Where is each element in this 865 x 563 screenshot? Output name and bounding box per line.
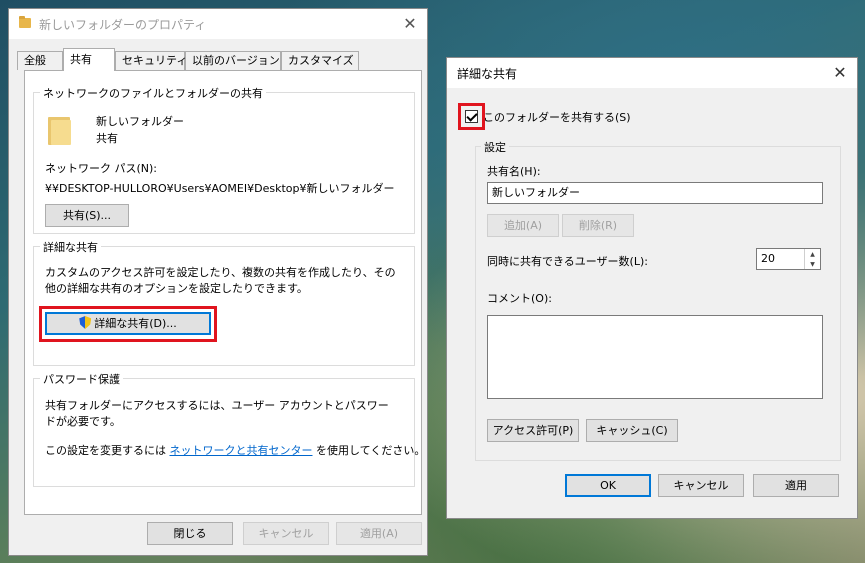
close-icon[interactable]: ✕ bbox=[395, 9, 425, 39]
tab-previous-versions[interactable]: 以前のバージョン bbox=[185, 51, 281, 70]
advanced-sharing-legend: 詳細な共有 bbox=[40, 239, 101, 255]
advanced-sharing-group: 詳細な共有 カスタムのアクセス許可を設定したり、複数の共有を作成したり、その他の… bbox=[33, 239, 415, 366]
folder-icon bbox=[48, 117, 72, 145]
cancel-button[interactable]: キャンセル bbox=[243, 522, 329, 545]
settings-legend: 設定 bbox=[481, 139, 509, 155]
folder-icon bbox=[19, 16, 31, 28]
apply-button[interactable]: 適用(A) bbox=[336, 522, 422, 545]
folder-name: 新しいフォルダー bbox=[96, 115, 184, 128]
cancel-button[interactable]: キャンセル bbox=[658, 474, 744, 497]
close-icon[interactable]: ✕ bbox=[825, 58, 855, 88]
change-suffix: を使用してください。 bbox=[312, 444, 426, 457]
spin-down-icon[interactable]: ▼ bbox=[805, 259, 820, 270]
highlight-box bbox=[39, 306, 217, 342]
tab-general[interactable]: 全般 bbox=[17, 51, 63, 70]
network-path-label: ネットワーク パス(N): bbox=[45, 162, 158, 175]
advanced-sharing-window: 詳細な共有 ✕ このフォルダーを共有する(S) 設定 共有名(H): 新しいフォ… bbox=[446, 57, 858, 519]
tab-customize[interactable]: カスタマイズ bbox=[281, 51, 359, 70]
permissions-button[interactable]: アクセス許可(P) bbox=[487, 419, 579, 442]
network-path-value: ¥¥DESKTOP-HULLORO¥Users¥AOMEI¥Desktop¥新し… bbox=[45, 182, 395, 195]
share-name-label: 共有名(H): bbox=[487, 165, 541, 178]
user-limit-value: 20 bbox=[761, 252, 775, 265]
network-sharing-group: ネットワークのファイルとフォルダーの共有 新しいフォルダー 共有 ネットワーク … bbox=[33, 85, 415, 234]
user-limit-label: 同時に共有できるユーザー数(L): bbox=[487, 255, 648, 268]
settings-group: 設定 共有名(H): 新しいフォルダー 追加(A) 削除(R) 同時に共有できる… bbox=[475, 139, 841, 461]
comment-label: コメント(O): bbox=[487, 292, 552, 305]
sharing-tab-panel: ネットワークのファイルとフォルダーの共有 新しいフォルダー 共有 ネットワーク … bbox=[24, 70, 425, 515]
apply-button[interactable]: 適用 bbox=[753, 474, 839, 497]
network-sharing-center-link[interactable]: ネットワークと共有センター bbox=[170, 444, 313, 457]
add-button[interactable]: 追加(A) bbox=[487, 214, 559, 237]
advanced-sharing-titlebar[interactable]: 詳細な共有 ✕ bbox=[447, 58, 857, 88]
comment-textarea[interactable] bbox=[487, 315, 823, 399]
password-change-text: この設定を変更するには ネットワークと共有センター を使用してください。 bbox=[45, 442, 425, 458]
spinner-arrows: ▲ ▼ bbox=[804, 249, 820, 269]
properties-titlebar[interactable]: 新しいフォルダーのプロパティ ✕ bbox=[9, 9, 427, 39]
folder-properties-window: 新しいフォルダーのプロパティ ✕ 全般 共有 セキュリティ 以前のバージョン カ… bbox=[8, 8, 428, 556]
tab-security[interactable]: セキュリティ bbox=[115, 51, 187, 70]
close-button[interactable]: 閉じる bbox=[147, 522, 233, 545]
password-protection-description: 共有フォルダーにアクセスするには、ユーザー アカウントとパスワードが必要です。 bbox=[45, 399, 389, 428]
advanced-sharing-title: 詳細な共有 bbox=[457, 67, 518, 81]
user-limit-spinner[interactable]: 20 ▲ ▼ bbox=[756, 248, 821, 270]
folder-share-status: 共有 bbox=[96, 132, 118, 145]
tab-sharing[interactable]: 共有 bbox=[63, 48, 115, 71]
share-button[interactable]: 共有(S)... bbox=[45, 204, 129, 227]
password-protection-legend: パスワード保護 bbox=[40, 371, 123, 387]
share-folder-label: このフォルダーを共有する(S) bbox=[483, 111, 631, 124]
share-name-input[interactable]: 新しいフォルダー bbox=[487, 182, 823, 204]
remove-button[interactable]: 削除(R) bbox=[562, 214, 634, 237]
password-protection-group: パスワード保護 共有フォルダーにアクセスするには、ユーザー アカウントとパスワー… bbox=[33, 371, 425, 487]
ok-button[interactable]: OK bbox=[565, 474, 651, 497]
network-sharing-legend: ネットワークのファイルとフォルダーの共有 bbox=[40, 85, 266, 101]
properties-title: 新しいフォルダーのプロパティ bbox=[39, 18, 207, 32]
cache-button[interactable]: キャッシュ(C) bbox=[586, 419, 678, 442]
advanced-sharing-description: カスタムのアクセス許可を設定したり、複数の共有を作成したり、その他の詳細な共有の… bbox=[45, 266, 396, 295]
highlight-box bbox=[458, 103, 485, 130]
change-prefix: この設定を変更するには bbox=[45, 444, 170, 457]
